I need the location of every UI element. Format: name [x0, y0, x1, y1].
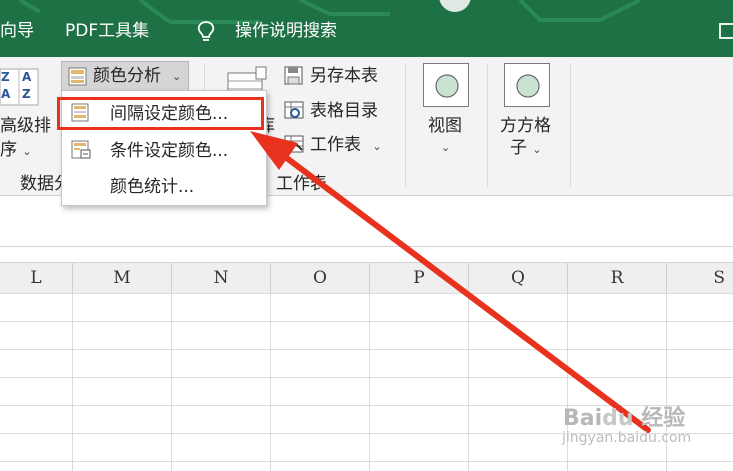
watermark-logo: Baidu 经验: [563, 406, 686, 431]
watermark-url: jingyan.baidu.com: [562, 430, 692, 446]
